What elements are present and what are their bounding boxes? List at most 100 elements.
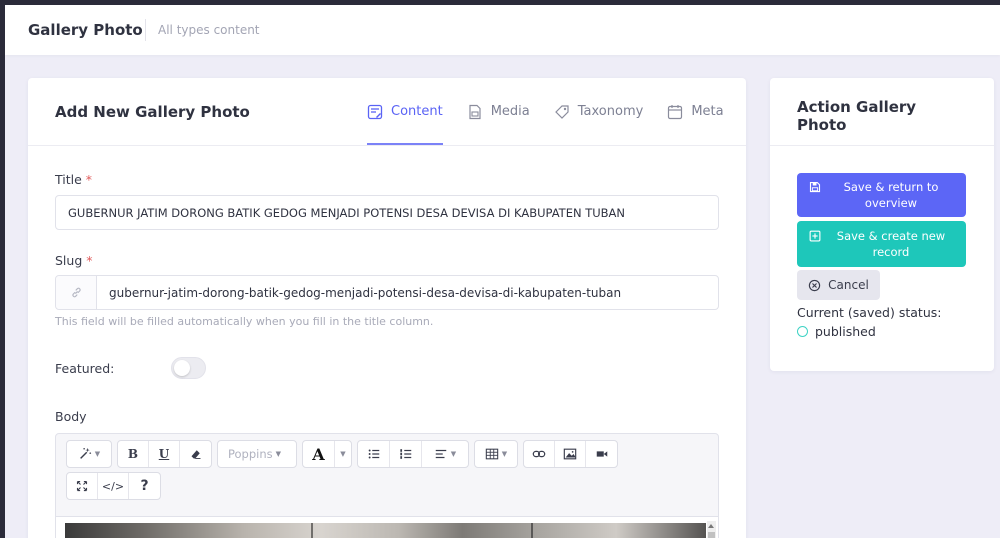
body-label: Body bbox=[55, 409, 87, 424]
slug-input-value: gubernur-jatim-dorong-batik-gedog-menjad… bbox=[109, 285, 622, 300]
save-create-label: Save & create new record bbox=[836, 229, 946, 259]
save-return-button[interactable]: Save & return to overview bbox=[797, 173, 966, 217]
slug-field-label: Slug * bbox=[55, 253, 93, 268]
save-create-button-content: Save & create new record bbox=[797, 228, 966, 260]
align-button[interactable]: ▼ bbox=[422, 441, 468, 467]
clear-format-button[interactable] bbox=[180, 441, 211, 467]
insert-link-button[interactable] bbox=[524, 441, 555, 467]
insert-group bbox=[523, 440, 618, 468]
scroll-thumb[interactable] bbox=[708, 532, 715, 538]
chevron-down-icon: ▼ bbox=[94, 450, 101, 458]
save-icon bbox=[809, 181, 821, 193]
tab-media[interactable]: Media bbox=[467, 78, 530, 145]
font-select-value: Poppins bbox=[228, 447, 273, 461]
featured-label: Featured: bbox=[55, 361, 115, 376]
table-icon bbox=[485, 448, 499, 460]
status-label: Current (saved) status: bbox=[797, 305, 942, 320]
form-card: Add New Gallery Photo Content Media Taxo… bbox=[28, 78, 746, 538]
bold-button[interactable]: B bbox=[118, 441, 149, 467]
chevron-down-icon: ▼ bbox=[275, 450, 282, 458]
eraser-icon bbox=[191, 450, 200, 459]
save-return-label: Save & return to overview bbox=[843, 180, 939, 210]
numbered-list-button[interactable] bbox=[390, 441, 422, 467]
status-row: published bbox=[797, 324, 876, 339]
chevron-down-icon: ▼ bbox=[501, 450, 508, 458]
magic-wand-icon bbox=[79, 447, 91, 459]
app-frame: Gallery Photo All types content Add New … bbox=[5, 5, 1000, 538]
color-dropdown-button[interactable]: ▼ bbox=[335, 441, 351, 467]
toggle-knob bbox=[174, 360, 190, 376]
content-icon bbox=[367, 104, 383, 119]
tab-taxonomy[interactable]: Taxonomy bbox=[554, 78, 644, 145]
cancel-button[interactable]: Cancel bbox=[797, 270, 880, 300]
photo-detail bbox=[531, 523, 533, 538]
plus-square-icon bbox=[809, 230, 821, 242]
tab-taxonomy-label: Taxonomy bbox=[577, 104, 644, 119]
video-icon bbox=[596, 451, 607, 457]
table-group: ▼ bbox=[474, 440, 518, 468]
underline-button[interactable]: U bbox=[149, 441, 180, 467]
title-field-label: Title * bbox=[55, 172, 92, 187]
slug-input[interactable]: gubernur-jatim-dorong-batik-gedog-menjad… bbox=[55, 275, 719, 310]
photo-detail bbox=[311, 523, 313, 538]
title-input-value: GUBERNUR JATIM DORONG BATIK GEDOG MENJAD… bbox=[68, 205, 626, 220]
status-dot-icon bbox=[797, 326, 808, 337]
bullet-list-icon bbox=[368, 449, 379, 459]
title-input[interactable]: GUBERNUR JATIM DORONG BATIK GEDOG MENJAD… bbox=[55, 195, 719, 230]
tab-media-label: Media bbox=[490, 104, 530, 119]
style-group: ▼ bbox=[66, 440, 112, 468]
form-header-divider bbox=[28, 145, 746, 146]
numbered-list-icon bbox=[399, 449, 411, 459]
tab-meta-label: Meta bbox=[691, 104, 724, 119]
body-editor: ▼ B U Poppins ▼ A ▼ ▼ ▼ </> ? bbox=[55, 433, 719, 538]
fullscreen-button[interactable] bbox=[67, 473, 98, 499]
insert-video-button[interactable] bbox=[586, 441, 617, 467]
media-icon bbox=[469, 104, 481, 119]
editor-toolbar-row-2: </> ? bbox=[66, 472, 166, 500]
text-color-icon: A bbox=[312, 444, 325, 464]
required-mark: * bbox=[85, 172, 93, 187]
font-group: Poppins ▼ bbox=[217, 440, 297, 468]
save-return-button-content: Save & return to overview bbox=[797, 179, 966, 211]
close-circle-icon bbox=[808, 279, 821, 291]
color-group: A ▼ bbox=[302, 440, 352, 468]
chevron-down-icon: ▼ bbox=[340, 450, 346, 458]
page-subtitle: All types content bbox=[158, 23, 260, 37]
fullscreen-icon bbox=[76, 480, 88, 492]
view-group: </> ? bbox=[66, 472, 161, 500]
editor-content-area[interactable] bbox=[56, 516, 718, 538]
save-create-button[interactable]: Save & create new record bbox=[797, 221, 966, 267]
slug-help-text: This field will be filled automatically … bbox=[55, 315, 434, 328]
format-group: B U bbox=[117, 440, 212, 468]
editor-scrollbar[interactable] bbox=[707, 521, 716, 538]
action-card: Action Gallery Photo Save & return to ov… bbox=[770, 78, 994, 371]
insert-image-button[interactable] bbox=[555, 441, 586, 467]
form-title: Add New Gallery Photo bbox=[55, 103, 250, 121]
top-bar: Gallery Photo All types content bbox=[5, 5, 1000, 55]
font-family-select[interactable]: Poppins ▼ bbox=[218, 441, 296, 467]
status-value: published bbox=[815, 324, 876, 339]
action-card-divider bbox=[770, 145, 994, 146]
help-button[interactable]: ? bbox=[129, 473, 160, 499]
link-icon bbox=[71, 287, 81, 298]
chevron-down-icon: ▼ bbox=[450, 450, 457, 458]
image-icon bbox=[563, 448, 577, 460]
slug-prefix bbox=[56, 276, 97, 309]
action-card-title: Action Gallery Photo bbox=[797, 98, 917, 134]
featured-toggle[interactable] bbox=[171, 357, 206, 379]
font-color-button[interactable]: A bbox=[303, 441, 335, 467]
page-title: Gallery Photo bbox=[28, 21, 143, 39]
meta-icon bbox=[668, 104, 683, 119]
align-left-icon bbox=[435, 449, 447, 459]
required-mark: * bbox=[86, 253, 93, 268]
scroll-up-arrow-icon[interactable] bbox=[708, 524, 714, 528]
table-button[interactable]: ▼ bbox=[475, 441, 517, 467]
form-tabs: Content Media Taxonomy Meta bbox=[367, 78, 748, 145]
body-photo bbox=[65, 523, 706, 538]
code-view-button[interactable]: </> bbox=[98, 473, 129, 499]
link-icon bbox=[532, 450, 546, 458]
tab-content[interactable]: Content bbox=[367, 78, 443, 145]
bullet-list-button[interactable] bbox=[358, 441, 390, 467]
magic-style-button[interactable]: ▼ bbox=[67, 441, 111, 467]
tab-meta[interactable]: Meta bbox=[667, 78, 724, 145]
